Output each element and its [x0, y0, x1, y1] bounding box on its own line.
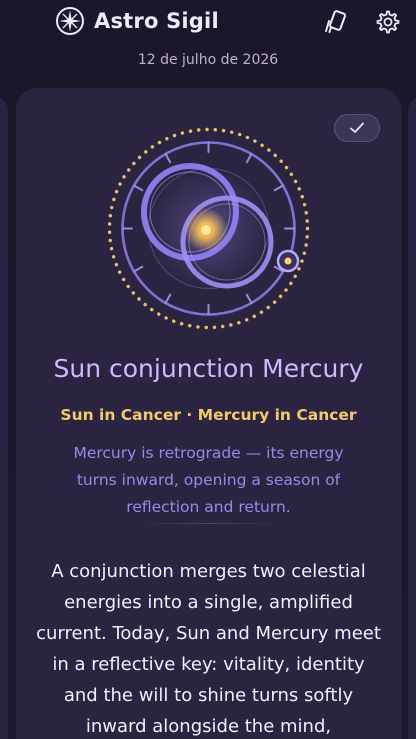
app-screen: Astro Sigil 12 de julho de 2026 Sun conj… [0, 0, 416, 739]
aspect-title: Sun conjunction Mercury [53, 354, 364, 383]
retrograde-note: Mercury is retrograde — its energy turns… [73, 444, 344, 516]
conjunction-wheel-illustration [107, 127, 310, 330]
settings-button[interactable] [374, 9, 400, 35]
next-card[interactable] [408, 96, 416, 739]
previous-card[interactable] [0, 96, 8, 739]
checkmark-icon [350, 122, 364, 133]
divider [136, 523, 281, 524]
compass-star-icon [56, 7, 84, 35]
gear-icon [376, 10, 400, 34]
mark-read-button[interactable] [334, 114, 380, 142]
sun-marker [199, 223, 213, 237]
cards-button[interactable] [322, 9, 348, 35]
current-date: 12 de julho de 2026 [137, 52, 279, 68]
header: Astro Sigil [0, 0, 416, 46]
aspect-card: Sun conjunction Mercury Sun in Cancer · … [16, 88, 401, 739]
brand[interactable]: Astro Sigil [55, 6, 219, 36]
app-title: Astro Sigil [94, 9, 219, 33]
cards-icon [325, 10, 347, 33]
aspect-description: A conjunction merges two celestial energ… [36, 561, 381, 737]
aspect-placements: Sun in Cancer · Mercury in Cancer [60, 406, 357, 424]
